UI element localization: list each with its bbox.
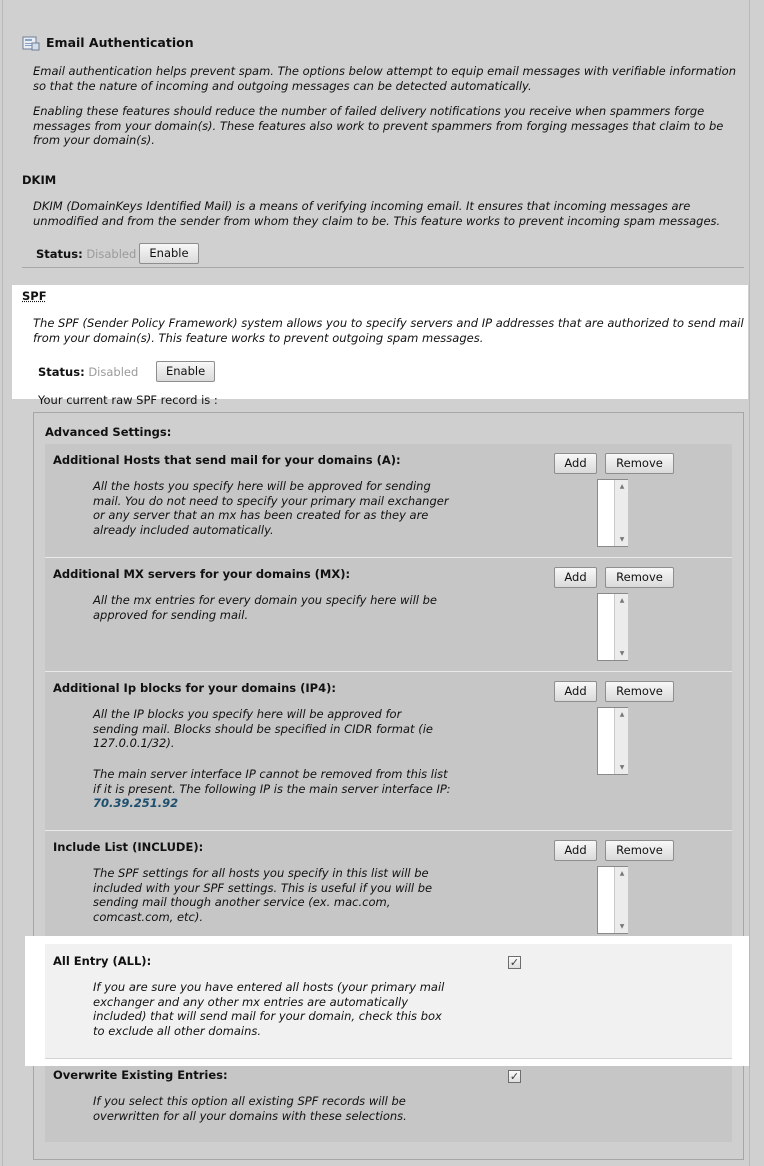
dkim-divider: [22, 267, 744, 268]
hosts-remove-button[interactable]: Remove: [605, 453, 674, 474]
mx-remove-button[interactable]: Remove: [605, 567, 674, 588]
spf-description: The SPF (Sender Policy Framework) system…: [33, 316, 744, 345]
mx-description: All the mx entries for every domain you …: [93, 593, 437, 622]
scroll-up-icon[interactable]: ▲: [615, 597, 629, 604]
email-auth-icon: [22, 35, 40, 51]
mx-title: Additional MX servers for your domains (…: [53, 567, 351, 581]
checkmark-icon: ✓: [509, 1070, 520, 1083]
include-description: The SPF settings for all hosts you speci…: [93, 866, 433, 924]
ip4-main-ip-note: The main server interface IP cannot be r…: [93, 767, 458, 811]
frame-right: [749, 0, 750, 1166]
ip4-main-ip-text: The main server interface IP cannot be r…: [93, 767, 451, 796]
all-entry-description: If you are sure you have entered all hos…: [93, 980, 445, 1038]
scroll-down-icon[interactable]: ▼: [615, 764, 629, 771]
spf-status: Status: Disabled: [38, 365, 138, 379]
spf-status-label: Status:: [38, 365, 85, 379]
scroll-down-icon[interactable]: ▼: [615, 536, 629, 543]
intro-paragraph-2: Enabling these features should reduce th…: [33, 104, 724, 147]
hosts-description: All the hosts you specify here will be a…: [93, 479, 449, 537]
scroll-up-icon[interactable]: ▲: [615, 483, 629, 490]
hosts-add-button[interactable]: Add: [554, 453, 597, 474]
dkim-status-value: Disabled: [86, 247, 137, 261]
dkim-enable-button[interactable]: Enable: [139, 243, 199, 264]
scroll-up-icon[interactable]: ▲: [615, 711, 629, 718]
frame-left: [2, 0, 3, 1166]
overwrite-title: Overwrite Existing Entries:: [53, 1068, 228, 1082]
scroll-down-icon[interactable]: ▼: [615, 923, 629, 930]
row-separator: [45, 830, 732, 831]
ip4-title: Additional Ip blocks for your domains (I…: [53, 681, 336, 695]
ip4-description: All the IP blocks you specify here will …: [93, 707, 433, 750]
overwrite-description: If you select this option all existing S…: [93, 1094, 407, 1123]
include-title: Include List (INCLUDE):: [53, 840, 204, 854]
include-add-button[interactable]: Add: [554, 840, 597, 861]
ip4-remove-button[interactable]: Remove: [605, 681, 674, 702]
mx-add-button[interactable]: Add: [554, 567, 597, 588]
ip4-add-button[interactable]: Add: [554, 681, 597, 702]
ip4-listbox[interactable]: ▲ ▼: [597, 707, 628, 775]
hosts-listbox[interactable]: ▲ ▼: [597, 479, 628, 547]
mx-listbox[interactable]: ▲ ▼: [597, 593, 628, 661]
advanced-settings-heading: Advanced Settings:: [45, 425, 172, 439]
include-listbox[interactable]: ▲ ▼: [597, 866, 628, 934]
include-listbox-scrollbar[interactable]: ▲ ▼: [614, 867, 628, 933]
main-server-ip: 70.39.251.92: [93, 796, 179, 810]
dkim-heading: DKIM: [22, 173, 57, 187]
row-separator: [45, 1058, 732, 1059]
overwrite-checkbox[interactable]: ✓: [508, 1070, 521, 1083]
spf-enable-button[interactable]: Enable: [156, 361, 215, 382]
dkim-description: DKIM (DomainKeys Identified Mail) is a m…: [33, 199, 721, 228]
intro-paragraph-1: Email authentication helps prevent spam.…: [33, 64, 736, 93]
scroll-up-icon[interactable]: ▲: [615, 870, 629, 877]
scroll-down-icon[interactable]: ▼: [615, 650, 629, 657]
checkmark-icon: ✓: [509, 956, 520, 969]
spf-raw-record-label: Your current raw SPF record is :: [38, 393, 218, 407]
dkim-status: Status: Disabled: [36, 247, 136, 261]
row-separator: [45, 671, 732, 672]
hosts-title: Additional Hosts that send mail for your…: [53, 453, 401, 467]
all-entry-checkbox[interactable]: ✓: [508, 956, 521, 969]
mx-listbox-scrollbar[interactable]: ▲ ▼: [614, 594, 628, 660]
all-entry-title: All Entry (ALL):: [53, 954, 152, 968]
dkim-status-label: Status:: [36, 247, 83, 261]
spf-status-value: Disabled: [88, 365, 139, 379]
include-remove-button[interactable]: Remove: [605, 840, 674, 861]
hosts-listbox-scrollbar[interactable]: ▲ ▼: [614, 480, 628, 546]
page-title: Email Authentication: [46, 35, 194, 50]
ip4-listbox-scrollbar[interactable]: ▲ ▼: [614, 708, 628, 774]
row-separator: [45, 557, 732, 558]
spf-heading: SPF: [22, 289, 47, 303]
